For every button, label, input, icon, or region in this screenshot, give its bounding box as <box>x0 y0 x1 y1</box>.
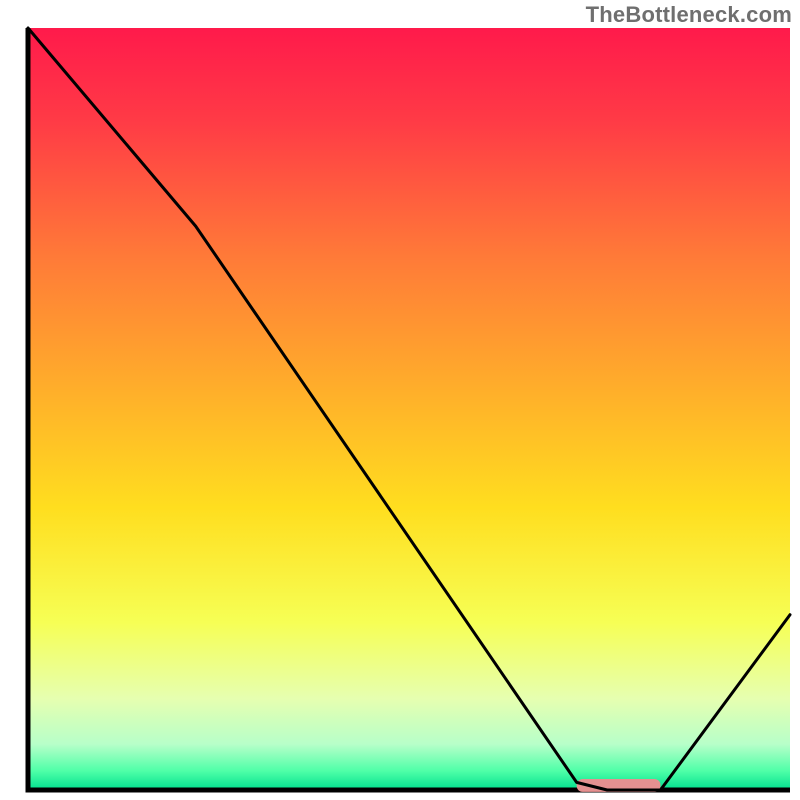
plot-background <box>28 28 790 790</box>
chart-stage: TheBottleneck.com <box>0 0 800 800</box>
bottleneck-chart <box>0 0 800 800</box>
